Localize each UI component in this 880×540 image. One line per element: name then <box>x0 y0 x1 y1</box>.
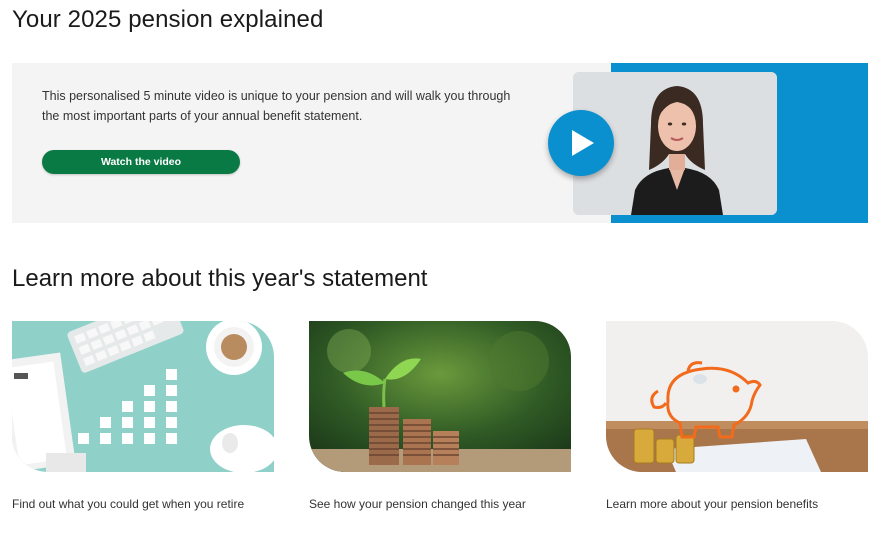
learn-card-benefits[interactable]: Learn more about your pension benefits <box>606 321 868 514</box>
desk-calculator-image <box>12 321 274 472</box>
card-caption[interactable]: Find out what you could get when you ret… <box>12 494 252 514</box>
video-panel: This personalised 5 minute video is uniq… <box>12 63 868 223</box>
play-video-button[interactable] <box>548 110 614 176</box>
watch-video-button[interactable]: Watch the video <box>42 150 240 174</box>
video-description: This personalised 5 minute video is uniq… <box>42 89 511 123</box>
play-icon <box>572 130 594 156</box>
card-caption[interactable]: Learn more about your pension benefits <box>606 494 846 514</box>
coins-seedling-image <box>309 321 571 472</box>
learn-card-changes[interactable]: See how your pension changed this year <box>309 321 571 514</box>
card-caption[interactable]: See how your pension changed this year <box>309 494 549 514</box>
piggy-bank-image <box>606 321 868 472</box>
page-title: Your 2025 pension explained <box>12 6 324 33</box>
learn-card-retire[interactable]: Find out what you could get when you ret… <box>12 321 274 514</box>
learn-more-heading: Learn more about this year's statement <box>12 265 428 292</box>
